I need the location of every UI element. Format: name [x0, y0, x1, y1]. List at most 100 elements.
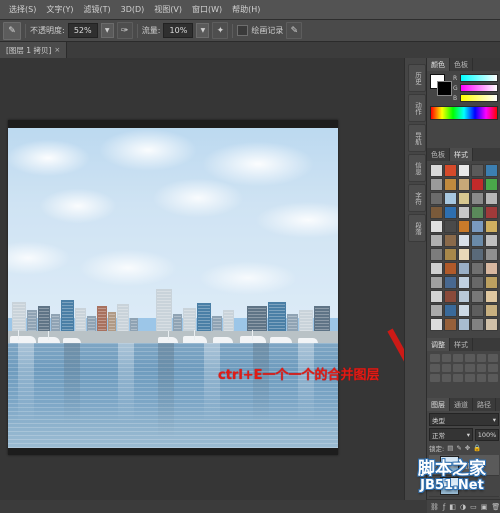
transparency-lock-icon[interactable]: ▤: [447, 444, 453, 452]
style-swatch[interactable]: [443, 220, 457, 233]
style-swatch[interactable]: [443, 304, 457, 317]
style-swatch[interactable]: [485, 178, 498, 191]
adjustment-selectivecolor-icon[interactable]: [465, 374, 475, 382]
style-swatch[interactable]: [471, 178, 485, 191]
style-swatch[interactable]: [485, 290, 498, 303]
tab-styles[interactable]: 样式: [450, 148, 473, 161]
layer-opacity-input[interactable]: 100%: [475, 428, 499, 441]
color-slider-g[interactable]: G: [453, 84, 498, 92]
style-swatch[interactable]: [471, 220, 485, 233]
slider-track-r[interactable]: [460, 74, 498, 82]
adjustment-extra1-icon[interactable]: [476, 374, 487, 382]
menu-item-help[interactable]: 帮助(H): [227, 3, 265, 17]
rail-button-history[interactable]: 历史: [408, 64, 426, 92]
style-swatch[interactable]: [485, 220, 498, 233]
style-swatch[interactable]: [485, 206, 498, 219]
style-swatch[interactable]: [485, 164, 498, 177]
tab-layers[interactable]: 图层: [427, 398, 450, 411]
airbrush-icon[interactable]: ✦: [212, 22, 229, 39]
rail-button-info[interactable]: 信息: [408, 154, 426, 182]
tab-paths[interactable]: 路径: [473, 398, 496, 411]
rail-button-character[interactable]: 字符: [408, 184, 426, 212]
mask-icon[interactable]: ◧: [449, 503, 456, 511]
adjustment-gradientmap-icon[interactable]: [453, 374, 463, 382]
slider-track-b[interactable]: [460, 94, 498, 102]
slider-track-g[interactable]: [460, 84, 498, 92]
adjustment-brightness-icon[interactable]: [430, 354, 440, 362]
style-swatch[interactable]: [430, 290, 443, 303]
adjustment-exposure-icon[interactable]: [465, 354, 475, 362]
adjustment-icon[interactable]: ◑: [460, 503, 466, 511]
flow-input[interactable]: 10%: [163, 23, 194, 38]
background-color-swatch[interactable]: [437, 81, 452, 96]
rail-button-actions[interactable]: 动作: [408, 94, 426, 122]
menu-item-view[interactable]: 视图(V): [149, 3, 187, 17]
adjustment-bw-icon[interactable]: [441, 364, 452, 372]
adjustment-vibrance-icon[interactable]: [476, 354, 487, 362]
document-tab[interactable]: [图层 1 拷贝] ×: [0, 42, 68, 58]
style-swatch[interactable]: [430, 276, 443, 289]
tab-styles-2[interactable]: 样式: [450, 338, 473, 351]
canvas-area[interactable]: ctrl+E一个一个的合并图层: [0, 58, 404, 500]
opacity-input[interactable]: 52%: [67, 23, 98, 38]
style-swatch[interactable]: [443, 178, 457, 191]
blend-mode-select[interactable]: 正常 ▾: [429, 428, 473, 441]
style-swatch[interactable]: [457, 206, 471, 219]
style-swatch[interactable]: [443, 318, 457, 331]
adjustment-curves-icon[interactable]: [453, 354, 463, 362]
style-swatch[interactable]: [457, 220, 471, 233]
style-swatch[interactable]: [471, 234, 485, 247]
chevron-down-icon[interactable]: ▾: [493, 416, 496, 424]
fx-icon[interactable]: ƒ: [443, 503, 445, 511]
style-swatch[interactable]: [471, 290, 485, 303]
flow-dropdown-icon[interactable]: ▼: [196, 23, 210, 38]
style-swatch[interactable]: [471, 318, 485, 331]
close-icon[interactable]: ×: [54, 46, 60, 54]
style-swatch[interactable]: [457, 304, 471, 317]
style-swatch[interactable]: [443, 164, 457, 177]
history-checkbox[interactable]: [237, 25, 249, 36]
adjustments-grid[interactable]: [430, 354, 498, 382]
color-slider-b[interactable]: B: [453, 94, 498, 102]
layer-filter-row[interactable]: 类型 ▾: [429, 413, 499, 426]
adjustment-hue-icon[interactable]: [488, 354, 498, 362]
style-swatch[interactable]: [443, 206, 457, 219]
adjustment-levels-icon[interactable]: [441, 354, 452, 362]
color-swatch-pair[interactable]: [430, 74, 452, 96]
style-swatch[interactable]: [430, 178, 443, 191]
style-swatch[interactable]: [471, 192, 485, 205]
move-lock-icon[interactable]: ✥: [465, 444, 470, 452]
styles-grid[interactable]: [430, 164, 498, 331]
style-swatch[interactable]: [457, 318, 471, 331]
style-swatch[interactable]: [485, 318, 498, 331]
style-swatch[interactable]: [457, 234, 471, 247]
style-swatch[interactable]: [485, 192, 498, 205]
style-swatch[interactable]: [471, 276, 485, 289]
menu-item-window[interactable]: 窗口(W): [187, 3, 227, 17]
adjustment-colorbalance-icon[interactable]: [430, 364, 440, 372]
adjustment-invert-icon[interactable]: [488, 364, 498, 372]
style-swatch[interactable]: [457, 262, 471, 275]
layer-filter-select[interactable]: 类型 ▾: [429, 413, 499, 426]
style-swatch[interactable]: [430, 262, 443, 275]
tab-channels[interactable]: 通道: [450, 398, 473, 411]
style-swatch[interactable]: [471, 164, 485, 177]
style-swatch[interactable]: [457, 192, 471, 205]
eraser-icon[interactable]: ✎: [286, 22, 303, 39]
adjustment-channelmixer-icon[interactable]: [465, 364, 475, 372]
style-swatch[interactable]: [430, 206, 443, 219]
style-swatch[interactable]: [457, 248, 471, 261]
style-swatch[interactable]: [443, 192, 457, 205]
style-swatch[interactable]: [457, 164, 471, 177]
menu-item-3d[interactable]: 3D(D): [116, 3, 150, 17]
style-swatch[interactable]: [443, 290, 457, 303]
chevron-down-icon-2[interactable]: ▾: [467, 431, 470, 439]
adjustment-photofilter-icon[interactable]: [453, 364, 463, 372]
opacity-pressure-icon[interactable]: ✑: [116, 22, 133, 39]
style-swatch[interactable]: [485, 248, 498, 261]
adjustment-colorlookup-icon[interactable]: [476, 364, 487, 372]
style-swatch[interactable]: [471, 304, 485, 317]
blend-mode-row[interactable]: 正常 ▾ 100%: [429, 428, 499, 441]
style-swatch[interactable]: [430, 164, 443, 177]
document-window[interactable]: [8, 120, 338, 455]
